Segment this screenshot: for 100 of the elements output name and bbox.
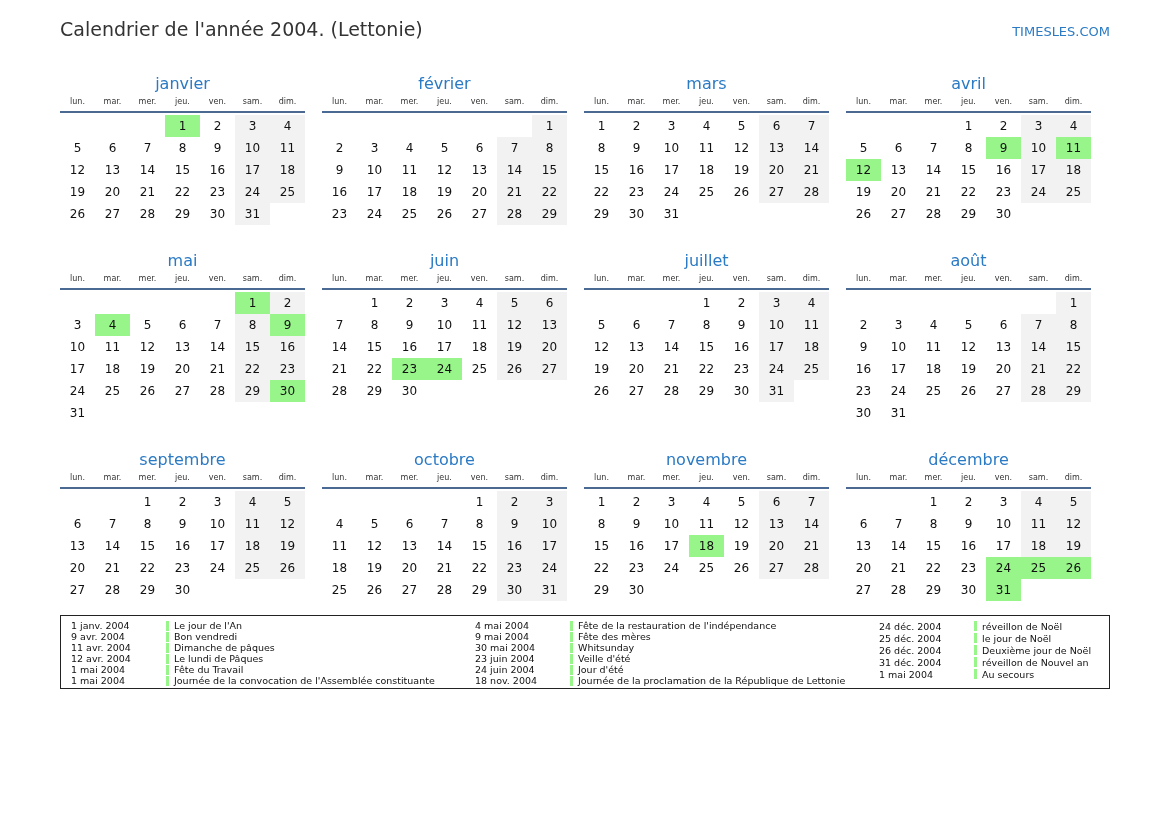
day-cell: 25	[794, 358, 829, 380]
day-cell: 25	[270, 181, 305, 203]
day-cell: 18	[794, 336, 829, 358]
day-cell-text: 27	[400, 582, 419, 599]
day-cell: 31	[986, 579, 1021, 601]
day-cell: 20	[759, 535, 794, 557]
day-cell-text: 16	[208, 162, 227, 179]
day-cell: 24	[235, 181, 270, 203]
weekday-label: jeu.	[436, 273, 453, 285]
month-title: février	[417, 73, 472, 95]
day-cell-text: 19	[732, 538, 751, 555]
holiday-name: Journée de la convocation de l'Assemblée constituante	[174, 675, 435, 686]
day-cell-text: 3	[212, 494, 223, 511]
weekday-label: lun.	[331, 96, 348, 108]
day-cell: 28	[1021, 380, 1056, 402]
day-cell-text: 6	[404, 516, 415, 533]
day-cell-text: 23	[732, 361, 751, 378]
site-link[interactable]: TIMESLES.COM	[1012, 24, 1110, 39]
day-cell-text: 18	[330, 560, 349, 577]
month-title: décembre	[927, 449, 1010, 471]
day-cell-text: 2	[998, 118, 1009, 135]
holiday-name: Fête des mères	[578, 631, 651, 642]
day-cell-text: 4	[334, 516, 345, 533]
day-cell: 11	[1021, 513, 1056, 535]
day-cell: 5	[270, 491, 305, 513]
day-cell: 4	[95, 314, 130, 336]
day-cell-text: 24	[889, 383, 908, 400]
day-cell: 28	[794, 181, 829, 203]
day-cell-text: 20	[889, 184, 908, 201]
day-cell-text: 17	[662, 538, 681, 555]
day-cell-text: 8	[596, 140, 607, 157]
weekday-label: mar.	[626, 472, 647, 484]
day-cell: 18	[689, 535, 724, 557]
day-cell-text: 30	[854, 405, 873, 422]
day-cell-text: 29	[592, 582, 611, 599]
holiday-date: 18 nov. 2004	[475, 675, 539, 686]
weekday-label: dim.	[539, 472, 560, 484]
day-cell: 30	[497, 579, 532, 601]
day-cell: 21	[794, 535, 829, 557]
day-cell: 7	[497, 137, 532, 159]
day-cell-text: 2	[212, 118, 223, 135]
day-cell-text: 8	[701, 317, 712, 334]
weekday-label: jeu.	[698, 273, 715, 285]
day-cell-text: 28	[208, 383, 227, 400]
day-cell-text: 31	[68, 405, 87, 422]
day-cell-text: 9	[963, 516, 974, 533]
day-cell: 17	[532, 535, 567, 557]
weekday-label: mer.	[137, 273, 158, 285]
day-cell-text: 19	[959, 361, 978, 378]
day-cell-text: 13	[400, 538, 419, 555]
day-cell: 12	[497, 314, 532, 336]
weekday-label: jeu.	[174, 273, 191, 285]
day-cell-text: 9	[858, 339, 869, 356]
day-cell-text: 12	[435, 162, 454, 179]
day-cell-text: 23	[854, 383, 873, 400]
weekday-label: lun.	[593, 273, 610, 285]
day-cell: 14	[497, 159, 532, 181]
day-cell-text: 23	[627, 184, 646, 201]
day-cell: 5	[1056, 491, 1091, 513]
weekday-label: ven.	[731, 96, 752, 108]
day-cell: 28	[794, 557, 829, 579]
day-cell: 1	[235, 292, 270, 314]
day-cell-text: 3	[998, 494, 1009, 511]
day-cell-text: 5	[963, 317, 974, 334]
day-cell-text: 20	[470, 184, 489, 201]
month-title: janvier	[154, 73, 211, 95]
day-cell: 23	[270, 358, 305, 380]
day-cell-text: 26	[435, 206, 454, 223]
day-cell-text: 6	[107, 140, 118, 157]
day-cell-text: 30	[627, 582, 646, 599]
day-cell-text: 10	[662, 516, 681, 533]
day-cell-text: 21	[435, 560, 454, 577]
holiday-date: 1 mai 2004	[879, 668, 934, 680]
day-cell-text: 22	[138, 560, 157, 577]
holiday-name: Jour d'été	[578, 664, 624, 675]
holiday-date: 4 mai 2004	[475, 620, 530, 631]
day-cell: 18	[270, 159, 305, 181]
day-cell-text: 29	[697, 383, 716, 400]
day-cell: 9	[497, 513, 532, 535]
weekday-label: jeu.	[174, 472, 191, 484]
holiday-name: réveillon de Nouvel an	[982, 656, 1089, 668]
day-cell-text: 9	[177, 516, 188, 533]
day-cell: 1	[1056, 292, 1091, 314]
day-cell-text: 12	[68, 162, 87, 179]
day-cell-text: 29	[959, 206, 978, 223]
day-cell-text: 19	[435, 184, 454, 201]
day-cell-text: 9	[631, 516, 642, 533]
day-cell-text: 16	[330, 184, 349, 201]
weekday-label: jeu.	[960, 472, 977, 484]
day-cell-text: 26	[854, 206, 873, 223]
day-cell: 9	[986, 137, 1021, 159]
holiday-name: Dimanche de pâques	[174, 642, 275, 653]
day-cell: 15	[532, 159, 567, 181]
holiday-date: 12 avr. 2004	[71, 653, 132, 664]
day-cell: 3	[1021, 115, 1056, 137]
day-cell-text: 29	[138, 582, 157, 599]
day-cell-text: 21	[208, 361, 227, 378]
day-cell: 21	[497, 181, 532, 203]
day-cell: 24	[1021, 181, 1056, 203]
day-cell-text: 26	[138, 383, 157, 400]
